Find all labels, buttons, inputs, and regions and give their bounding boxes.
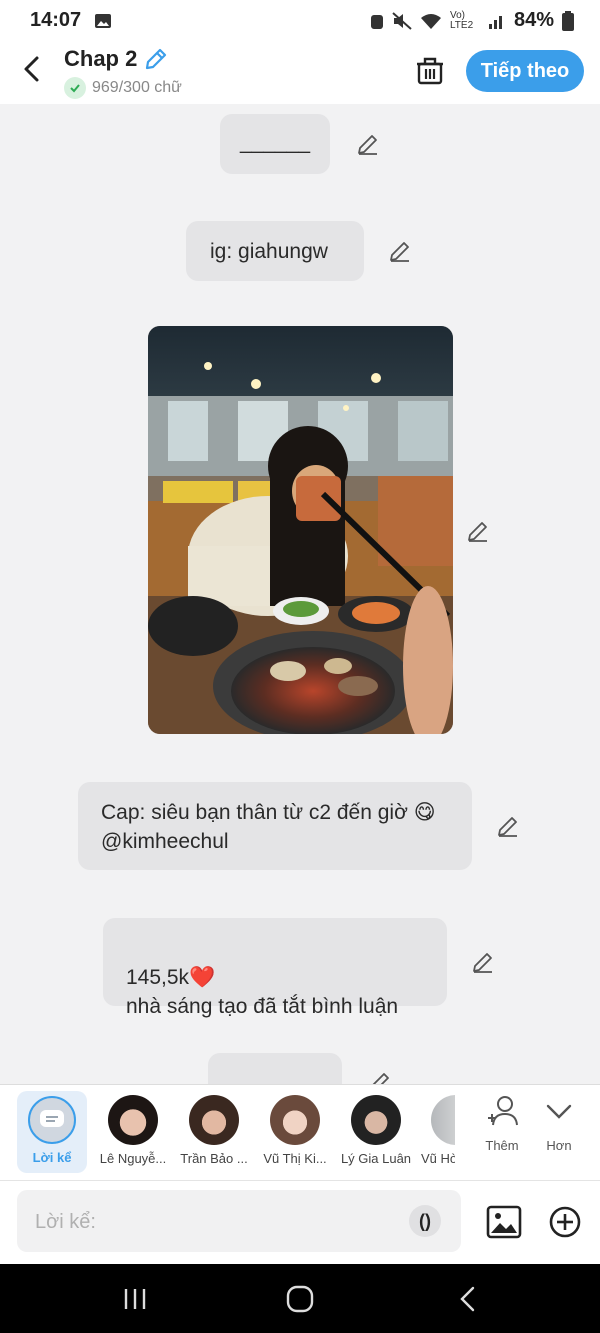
character-name: Lê Nguyễ... <box>99 1151 167 1166</box>
character-item[interactable]: Lý Gia Luân <box>336 1091 416 1173</box>
character-avatar <box>431 1095 455 1145</box>
network-label: Vo) LTE2 <box>449 9 474 31</box>
add-character-button[interactable]: Thêm <box>474 1093 530 1153</box>
edit-pencil-icon[interactable] <box>356 132 380 156</box>
edit-pencil-icon[interactable] <box>368 1070 392 1084</box>
message-text: Cap: siêu bạn thân từ c2 đến giờ 😋 @kimh… <box>101 801 436 853</box>
character-avatar <box>270 1095 320 1145</box>
edit-title-pencil-icon[interactable] <box>143 46 169 72</box>
composer-row: () <box>0 1180 600 1266</box>
mute-icon <box>392 11 412 30</box>
composer-area: Lời kể Lê Nguyễ... Trần Bảo ... Vũ Thị K… <box>0 1084 600 1266</box>
message-bubble[interactable]: 145,5k❤️ nhà sáng tạo đã tắt bình luận <box>103 918 447 1018</box>
message-bubble-partial[interactable] <box>208 1053 342 1084</box>
edit-pencil-icon[interactable] <box>466 519 490 543</box>
character-name: Trần Bảo ... <box>180 1151 248 1166</box>
add-label: Thêm <box>485 1138 519 1153</box>
status-icons: Vo) LTE2 84% <box>370 9 574 32</box>
edit-pencil-icon[interactable] <box>496 814 520 838</box>
next-button[interactable]: Tiếp theo <box>466 50 584 92</box>
battery-percent: 84% <box>513 9 554 31</box>
character-item[interactable]: Lê Nguyễ... <box>93 1091 173 1173</box>
character-item[interactable]: Vũ Hò <box>417 1091 455 1173</box>
wifi-icon <box>420 13 441 29</box>
message-bubble[interactable]: Cap: siêu bạn thân từ c2 đến giờ 😋 @kimh… <box>78 782 472 870</box>
composer-box: () <box>17 1190 461 1252</box>
narrator-avatar <box>28 1096 76 1144</box>
word-count: 969/300 chữ <box>64 77 182 99</box>
chapter-title[interactable]: Chap 2 <box>64 46 137 72</box>
more-label: Hơn <box>546 1138 572 1153</box>
chevron-down-icon <box>546 1104 572 1119</box>
status-bar: 14:07 Vo) LTE2 84% <box>0 0 600 42</box>
back-button[interactable] <box>18 54 48 84</box>
character-name: Vũ Hò <box>421 1151 455 1166</box>
parentheses-button[interactable]: () <box>409 1205 441 1237</box>
message-text: 145,5k❤️ nhà sáng tạo đã tắt bình luận <box>126 966 399 1018</box>
word-count-text: 969/300 chữ <box>92 79 182 96</box>
recent-apps-icon[interactable] <box>118 1282 152 1316</box>
message-text: ig: giahungw <box>210 240 328 263</box>
character-strip: Lời kể Lê Nguyễ... Trần Bảo ... Vũ Thị K… <box>0 1085 600 1180</box>
character-item[interactable]: Trần Bảo ... <box>174 1091 254 1173</box>
character-avatar <box>189 1095 239 1145</box>
chat-bubble-icon <box>40 1110 64 1127</box>
message-input[interactable] <box>33 1206 397 1238</box>
message-bubble[interactable]: ig: giahungw <box>186 221 364 281</box>
system-nav-bar <box>0 1264 600 1333</box>
character-name: Vũ Thị Ki... <box>263 1151 327 1166</box>
signal-icon <box>488 15 502 29</box>
character-narrator[interactable]: Lời kể <box>17 1091 87 1173</box>
edit-pencil-icon[interactable] <box>471 950 495 974</box>
character-avatar <box>108 1095 158 1145</box>
battery-icon <box>562 10 574 31</box>
back-nav-icon[interactable] <box>452 1282 486 1316</box>
character-name: Lý Gia Luân <box>340 1151 412 1166</box>
add-circle-icon[interactable] <box>548 1205 582 1239</box>
add-person-icon <box>488 1096 518 1126</box>
restaurant-photo <box>148 326 453 734</box>
trash-icon[interactable] <box>414 54 446 86</box>
character-avatar <box>351 1095 401 1145</box>
message-bubble[interactable]: ______ <box>220 114 330 174</box>
message-text: ______ <box>239 131 311 154</box>
character-item[interactable]: Vũ Thị Ki... <box>255 1091 335 1173</box>
image-icon[interactable] <box>486 1205 522 1239</box>
edit-pencil-icon[interactable] <box>388 239 412 263</box>
editor-header: Chap 2 969/300 chữ Tiếp theo <box>0 42 600 104</box>
message-photo[interactable] <box>148 326 453 734</box>
check-icon <box>64 77 86 99</box>
status-time: 14:07 <box>30 9 82 31</box>
gallery-notification-icon <box>95 14 111 28</box>
chat-content: ______ ig: giahungw Cap: siêu bạn thân t… <box>0 104 600 1084</box>
more-button[interactable]: Hơn <box>531 1093 587 1153</box>
alarm-icon <box>370 14 383 29</box>
narrator-label: Lời kể <box>32 1150 72 1165</box>
home-icon[interactable] <box>283 1282 317 1316</box>
